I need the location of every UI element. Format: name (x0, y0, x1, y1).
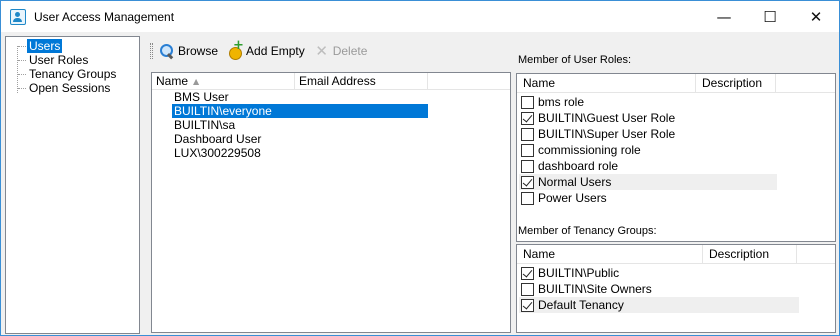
tree-item-user-roles[interactable]: User Roles (18, 53, 90, 67)
navigation-tree[interactable]: Users User Roles Tenancy Groups Open Ses… (5, 36, 140, 334)
user-access-window: User Access Management — ☐ ✕ Users User … (0, 0, 840, 336)
tree-connector (18, 45, 26, 47)
user-roles-group-label: Member of User Roles: (518, 54, 632, 66)
delete-icon: ✕ (315, 42, 328, 60)
user-name: LUX\300229508 (174, 146, 261, 160)
column-header-email[interactable]: Email Address (295, 73, 428, 90)
user-name: BUILTIN\everyone (172, 104, 298, 118)
add-empty-label: Add Empty (246, 44, 305, 58)
table-row[interactable]: LUX\300229508 (152, 146, 510, 160)
table-row[interactable]: BUILTIN\sa (152, 118, 510, 132)
list-item[interactable]: Normal Users (519, 174, 777, 190)
user-name: Dashboard User (174, 132, 262, 146)
role-checkbox[interactable] (521, 175, 534, 189)
column-header-description[interactable]: Description (703, 245, 797, 264)
tenancy-groups-list[interactable]: Name Description BUILTIN\Public BUILTIN\… (516, 244, 836, 333)
role-checkbox[interactable] (521, 111, 534, 125)
tree-item-label: User Roles (29, 53, 89, 67)
user-email (298, 104, 428, 118)
tree-item-label: Tenancy Groups (29, 67, 117, 81)
tree-item-open-sessions[interactable]: Open Sessions (18, 81, 112, 95)
search-icon (159, 43, 175, 59)
user-name: BMS User (174, 90, 229, 104)
column-header-name[interactable]: Name (517, 245, 703, 264)
user-email (298, 118, 428, 132)
browse-label: Browse (178, 44, 219, 58)
role-checkbox[interactable] (521, 191, 534, 205)
list-item[interactable]: BUILTIN\Site Owners (519, 281, 799, 297)
toolbar-grip[interactable] (150, 43, 153, 59)
user-email (298, 132, 428, 146)
role-name: dashboard role (538, 159, 619, 173)
users-list-rows: BMS User BUILTIN\everyone BUILTIN\sa Das… (152, 90, 510, 160)
role-checkbox[interactable] (521, 143, 534, 157)
tenancy-checkbox[interactable] (521, 282, 534, 296)
list-item[interactable]: Power Users (519, 190, 777, 206)
window-title: User Access Management (34, 10, 175, 24)
role-name: Power Users (538, 191, 607, 205)
role-name: BUILTIN\Super User Role (538, 127, 676, 141)
delete-label: Delete (332, 44, 368, 58)
table-row[interactable]: Dashboard User (152, 132, 510, 146)
user-email (298, 146, 428, 160)
list-item[interactable]: BUILTIN\Public (519, 265, 799, 281)
browse-button[interactable]: Browse (159, 43, 218, 59)
list-item[interactable]: bms role (519, 94, 777, 110)
tree-connector (18, 73, 26, 75)
maximize-button[interactable]: ☐ (747, 1, 793, 32)
user-access-icon (10, 9, 26, 25)
role-name: commissioning role (538, 143, 641, 157)
delete-button[interactable]: ✕ Delete (314, 42, 368, 60)
users-list[interactable]: Name ▲ Email Address BMS User BUILTIN\eve… (151, 72, 511, 333)
tenancy-checkbox[interactable] (521, 298, 534, 312)
list-item[interactable]: BUILTIN\Super User Role (519, 126, 777, 142)
role-name: bms role (538, 95, 585, 109)
sort-ascending-icon: ▲ (193, 77, 200, 86)
minimize-button[interactable]: — (701, 1, 747, 32)
user-roles-list[interactable]: Name Description bms role BUILTIN\Guest … (516, 73, 836, 242)
add-empty-button[interactable]: Add Empty (227, 38, 305, 60)
window-content: Users User Roles Tenancy Groups Open Ses… (1, 32, 839, 335)
tenancy-groups-header: Name Description (517, 245, 835, 264)
tree-item-users[interactable]: Users (18, 39, 63, 53)
role-checkbox[interactable] (521, 95, 534, 109)
column-header-label: Email Address (299, 74, 376, 88)
add-user-icon (227, 38, 244, 60)
toolbar: Browse Add Empty ✕ Delete (146, 36, 511, 66)
tree-item-label: Users (27, 39, 63, 53)
users-list-header: Name ▲ Email Address (152, 73, 510, 90)
users-panel: Browse Add Empty ✕ Delete Name▲ E (146, 36, 511, 334)
role-checkbox[interactable] (521, 159, 534, 173)
tree-item-label: Open Sessions (29, 81, 111, 95)
list-item[interactable]: commissioning role (519, 142, 777, 158)
tree-connector (18, 87, 26, 89)
list-item[interactable]: dashboard role (519, 158, 777, 174)
user-roles-header: Name Description (517, 74, 835, 93)
title-bar[interactable]: User Access Management — ☐ ✕ (1, 1, 839, 32)
tree-connector (18, 59, 26, 61)
role-name: Normal Users (538, 175, 612, 189)
tenancy-name: Default Tenancy (538, 298, 624, 312)
tenancy-groups-group-label: Member of Tenancy Groups: (518, 225, 657, 237)
tenancy-name: BUILTIN\Public (538, 266, 620, 280)
user-email (298, 90, 428, 104)
membership-panel: Member of User Roles: Name Description b… (515, 36, 837, 334)
column-header-description[interactable]: Description (696, 74, 776, 93)
tenancy-name: BUILTIN\Site Owners (538, 282, 652, 296)
tenancy-checkbox[interactable] (521, 266, 534, 280)
role-checkbox[interactable] (521, 127, 534, 141)
column-header-name[interactable]: Name ▲ (152, 73, 295, 90)
column-header-name[interactable]: Name (517, 74, 696, 93)
close-button[interactable]: ✕ (793, 1, 839, 32)
tree-item-tenancy-groups[interactable]: Tenancy Groups (18, 67, 118, 81)
table-row[interactable]: BUILTIN\everyone (152, 104, 510, 118)
column-header-label: Name (156, 74, 189, 88)
list-item[interactable]: BUILTIN\Guest User Role (519, 110, 777, 126)
list-item[interactable]: Default Tenancy (519, 297, 799, 313)
table-row[interactable]: BMS User (152, 90, 510, 104)
user-name: BUILTIN\sa (174, 118, 236, 132)
role-name: BUILTIN\Guest User Role (538, 111, 676, 125)
